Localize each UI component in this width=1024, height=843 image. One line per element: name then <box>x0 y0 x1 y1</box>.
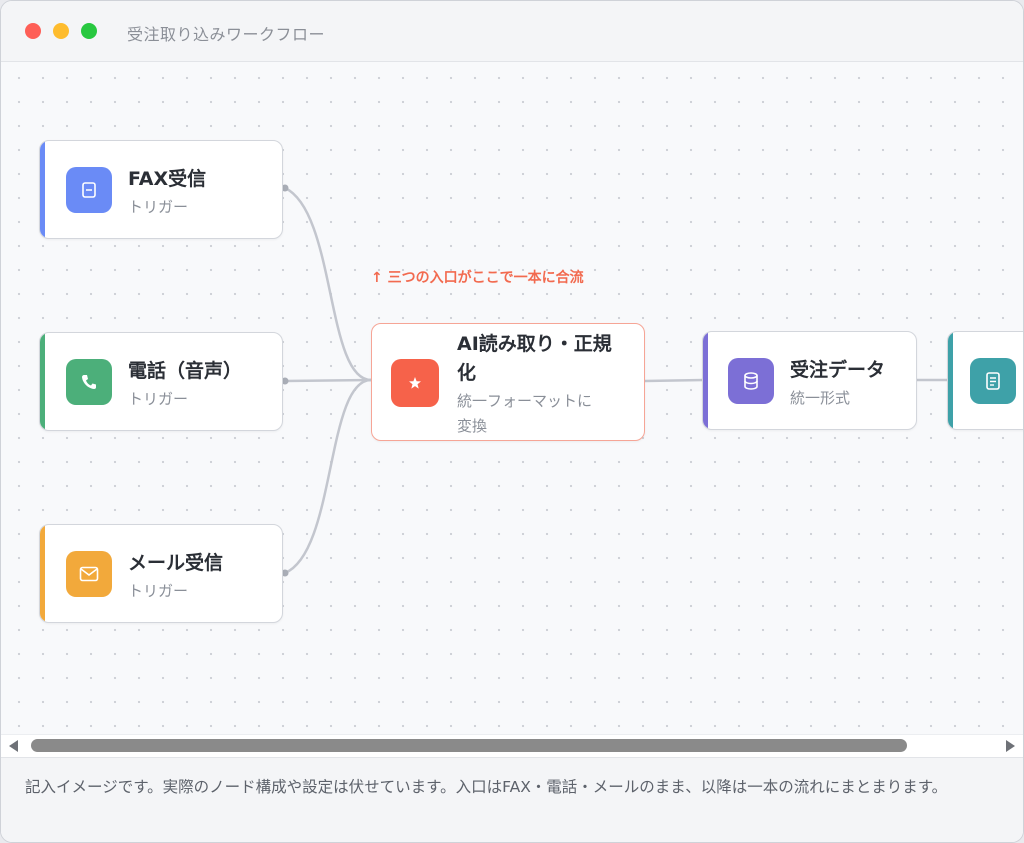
sparkle-icon <box>391 359 439 407</box>
zoom-window-button[interactable] <box>81 23 97 39</box>
node-order-data[interactable]: 受注データ 統一形式 <box>702 331 917 430</box>
phone-icon <box>66 359 112 405</box>
node-title-line-2: 化 <box>457 362 477 384</box>
node-document[interactable] <box>947 331 1023 430</box>
scrollbar-thumb[interactable] <box>31 739 907 752</box>
window-title: 受注取り込みワークフロー <box>127 25 326 44</box>
node-title: FAX受信 <box>128 168 207 190</box>
node-mail-receive[interactable]: メール受信 トリガー <box>39 524 283 623</box>
mail-icon <box>66 551 112 597</box>
workflow-canvas[interactable]: FAX受信 トリガー 電話（音声） トリガー メール受信 トリガー ↑ 三つの入… <box>1 62 1023 734</box>
node-title: 電話（音声） <box>128 360 243 382</box>
node-title-line-1: AI読み取り・正規 <box>457 333 612 355</box>
scroll-right-arrow-icon[interactable] <box>1006 740 1015 752</box>
node-subtitle: トリガー <box>128 198 189 216</box>
merge-annotation: ↑ 三つの入口がここで一本に合流 <box>371 270 584 286</box>
edge-mail-to-ai <box>284 378 372 575</box>
scroll-left-arrow-icon[interactable] <box>9 740 18 752</box>
node-subtitle-line-2: 変換 <box>457 417 488 435</box>
app-window: 受注取り込みワークフロー FAX受信 トリガー 電話（音声） トリガー メール受… <box>0 0 1024 843</box>
node-subtitle-line-1: 統一フォーマットに <box>457 392 593 410</box>
node-accent-stripe <box>40 333 45 430</box>
minimize-window-button[interactable] <box>53 23 69 39</box>
node-subtitle: トリガー <box>128 582 189 600</box>
node-accent-stripe <box>948 332 953 429</box>
node-subtitle: トリガー <box>128 390 189 408</box>
horizontal-scrollbar[interactable] <box>1 734 1023 756</box>
document-icon <box>970 358 1016 404</box>
node-title: 受注データ <box>790 359 886 381</box>
edge-fax-to-ai <box>284 186 372 382</box>
node-accent-stripe <box>40 525 45 622</box>
node-ai-normalize[interactable]: AI読み取り・正規 化 統一フォーマットに 変換 <box>371 323 645 441</box>
node-accent-stripe <box>40 141 45 238</box>
node-subtitle: 統一形式 <box>790 389 851 407</box>
footer-note-panel: 記入イメージです。実際のノード構成や設定は伏せています。入口はFAX・電話・メー… <box>1 757 1023 842</box>
node-fax-receive[interactable]: FAX受信 トリガー <box>39 140 283 239</box>
fax-icon <box>66 167 112 213</box>
edge-phone-to-ai <box>284 378 372 383</box>
close-window-button[interactable] <box>25 23 41 39</box>
database-icon <box>728 358 774 404</box>
edge-ai-to-order <box>644 378 705 383</box>
node-accent-stripe <box>703 332 708 429</box>
title-bar: 受注取り込みワークフロー <box>1 1 1023 62</box>
footer-note: 記入イメージです。実際のノード構成や設定は伏せています。入口はFAX・電話・メー… <box>25 778 948 796</box>
node-phone-voice[interactable]: 電話（音声） トリガー <box>39 332 283 431</box>
node-title: メール受信 <box>128 552 224 574</box>
